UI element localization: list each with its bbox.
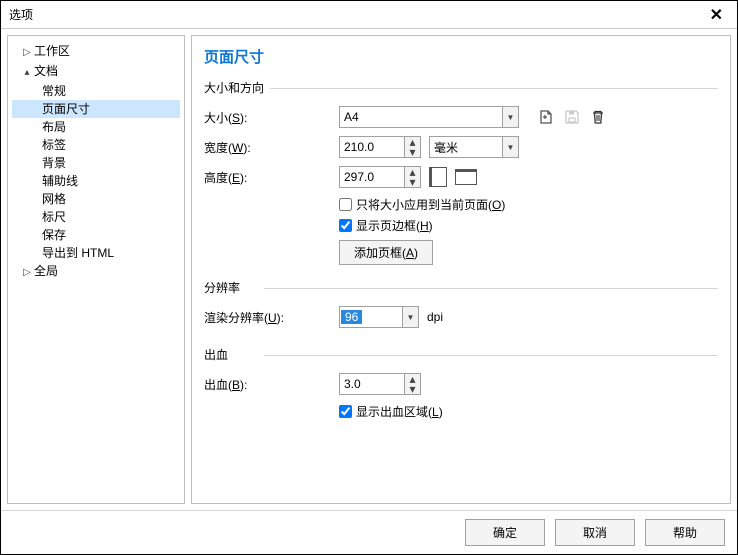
tree-item-ruler[interactable]: 标尺 bbox=[12, 208, 180, 226]
dialog-footer: 确定 取消 帮助 bbox=[1, 510, 737, 554]
page-title: 页面尺寸 bbox=[204, 46, 718, 67]
save-preset-icon[interactable] bbox=[537, 108, 555, 126]
resolution-label: 渲染分辨率(U): bbox=[204, 309, 339, 326]
bleed-label: 出血(B): bbox=[204, 376, 339, 393]
tree-item-general[interactable]: 常规 bbox=[12, 82, 180, 100]
help-button[interactable]: 帮助 bbox=[645, 519, 725, 546]
cancel-button[interactable]: 取消 bbox=[555, 519, 635, 546]
spin-buttons[interactable]: ▴▾ bbox=[404, 137, 420, 157]
show-bleed-checkbox[interactable] bbox=[339, 405, 352, 418]
options-dialog: 选项 ✕ ▷工作区 ▴文档 常规 页面尺寸 布局 标签 背景 辅助线 网格 标尺… bbox=[0, 0, 738, 555]
section-resolution: 分辨率 bbox=[204, 279, 718, 296]
floppy-save-icon[interactable] bbox=[563, 108, 581, 126]
tree-item-document[interactable]: ▴文档 bbox=[12, 62, 180, 82]
close-icon[interactable]: ✕ bbox=[704, 5, 729, 25]
resolution-unit: dpi bbox=[427, 310, 443, 324]
width-spinner[interactable]: 210.0 ▴▾ bbox=[339, 136, 421, 158]
tree-item-guides[interactable]: 辅助线 bbox=[12, 172, 180, 190]
apply-current-page-checkbox[interactable] bbox=[339, 198, 352, 211]
tree-item-grid[interactable]: 网格 bbox=[12, 190, 180, 208]
tree-item-layout[interactable]: 布局 bbox=[12, 118, 180, 136]
apply-current-page-label: 只将大小应用到当前页面(O) bbox=[356, 196, 505, 213]
titlebar: 选项 ✕ bbox=[1, 1, 737, 29]
width-label: 宽度(W): bbox=[204, 139, 339, 156]
add-border-button[interactable]: 添加页框(A) bbox=[339, 240, 433, 265]
category-tree: ▷工作区 ▴文档 常规 页面尺寸 布局 标签 背景 辅助线 网格 标尺 保存 导… bbox=[7, 35, 185, 504]
tree-item-save[interactable]: 保存 bbox=[12, 226, 180, 244]
height-label: 高度(E): bbox=[204, 169, 339, 186]
spin-buttons[interactable]: ▴▾ bbox=[404, 374, 420, 394]
size-combo[interactable]: A4 ▼ bbox=[339, 106, 519, 128]
unit-combo[interactable]: 毫米 ▼ bbox=[429, 136, 519, 158]
show-page-border-label: 显示页边框(H) bbox=[356, 217, 433, 234]
chevron-right-icon: ▷ bbox=[22, 44, 32, 62]
resolution-combo[interactable]: 96 ▼ bbox=[339, 306, 419, 328]
section-bleed: 出血 bbox=[204, 346, 718, 363]
tree-item-workspace[interactable]: ▷工作区 bbox=[12, 42, 180, 62]
tree-item-labels[interactable]: 标签 bbox=[12, 136, 180, 154]
size-label: 大小(S): bbox=[204, 109, 339, 126]
spin-buttons[interactable]: ▴▾ bbox=[404, 167, 420, 187]
tree-item-global[interactable]: ▷全局 bbox=[12, 262, 180, 282]
chevron-right-icon: ▷ bbox=[22, 264, 32, 282]
settings-panel: 页面尺寸 大小和方向 大小(S): A4 ▼ bbox=[191, 35, 731, 504]
height-spinner[interactable]: 297.0 ▴▾ bbox=[339, 166, 421, 188]
tree-item-pagesize[interactable]: 页面尺寸 bbox=[12, 100, 180, 118]
chevron-down-icon: ▼ bbox=[402, 307, 418, 327]
chevron-down-icon: ▼ bbox=[502, 137, 518, 157]
bleed-spinner[interactable]: 3.0 ▴▾ bbox=[339, 373, 421, 395]
landscape-orientation-icon[interactable] bbox=[455, 169, 477, 185]
section-size-direction: 大小和方向 bbox=[204, 79, 718, 96]
chevron-down-icon: ▴ bbox=[22, 64, 32, 82]
chevron-down-icon: ▼ bbox=[502, 107, 518, 127]
show-bleed-label: 显示出血区域(L) bbox=[356, 403, 443, 420]
window-title: 选项 bbox=[9, 6, 704, 23]
show-page-border-checkbox[interactable] bbox=[339, 219, 352, 232]
tree-item-export-html[interactable]: 导出到 HTML bbox=[12, 244, 180, 262]
portrait-orientation-icon[interactable] bbox=[429, 167, 447, 187]
ok-button[interactable]: 确定 bbox=[465, 519, 545, 546]
dialog-body: ▷工作区 ▴文档 常规 页面尺寸 布局 标签 背景 辅助线 网格 标尺 保存 导… bbox=[1, 29, 737, 510]
trash-icon[interactable] bbox=[589, 108, 607, 126]
tree-item-background[interactable]: 背景 bbox=[12, 154, 180, 172]
